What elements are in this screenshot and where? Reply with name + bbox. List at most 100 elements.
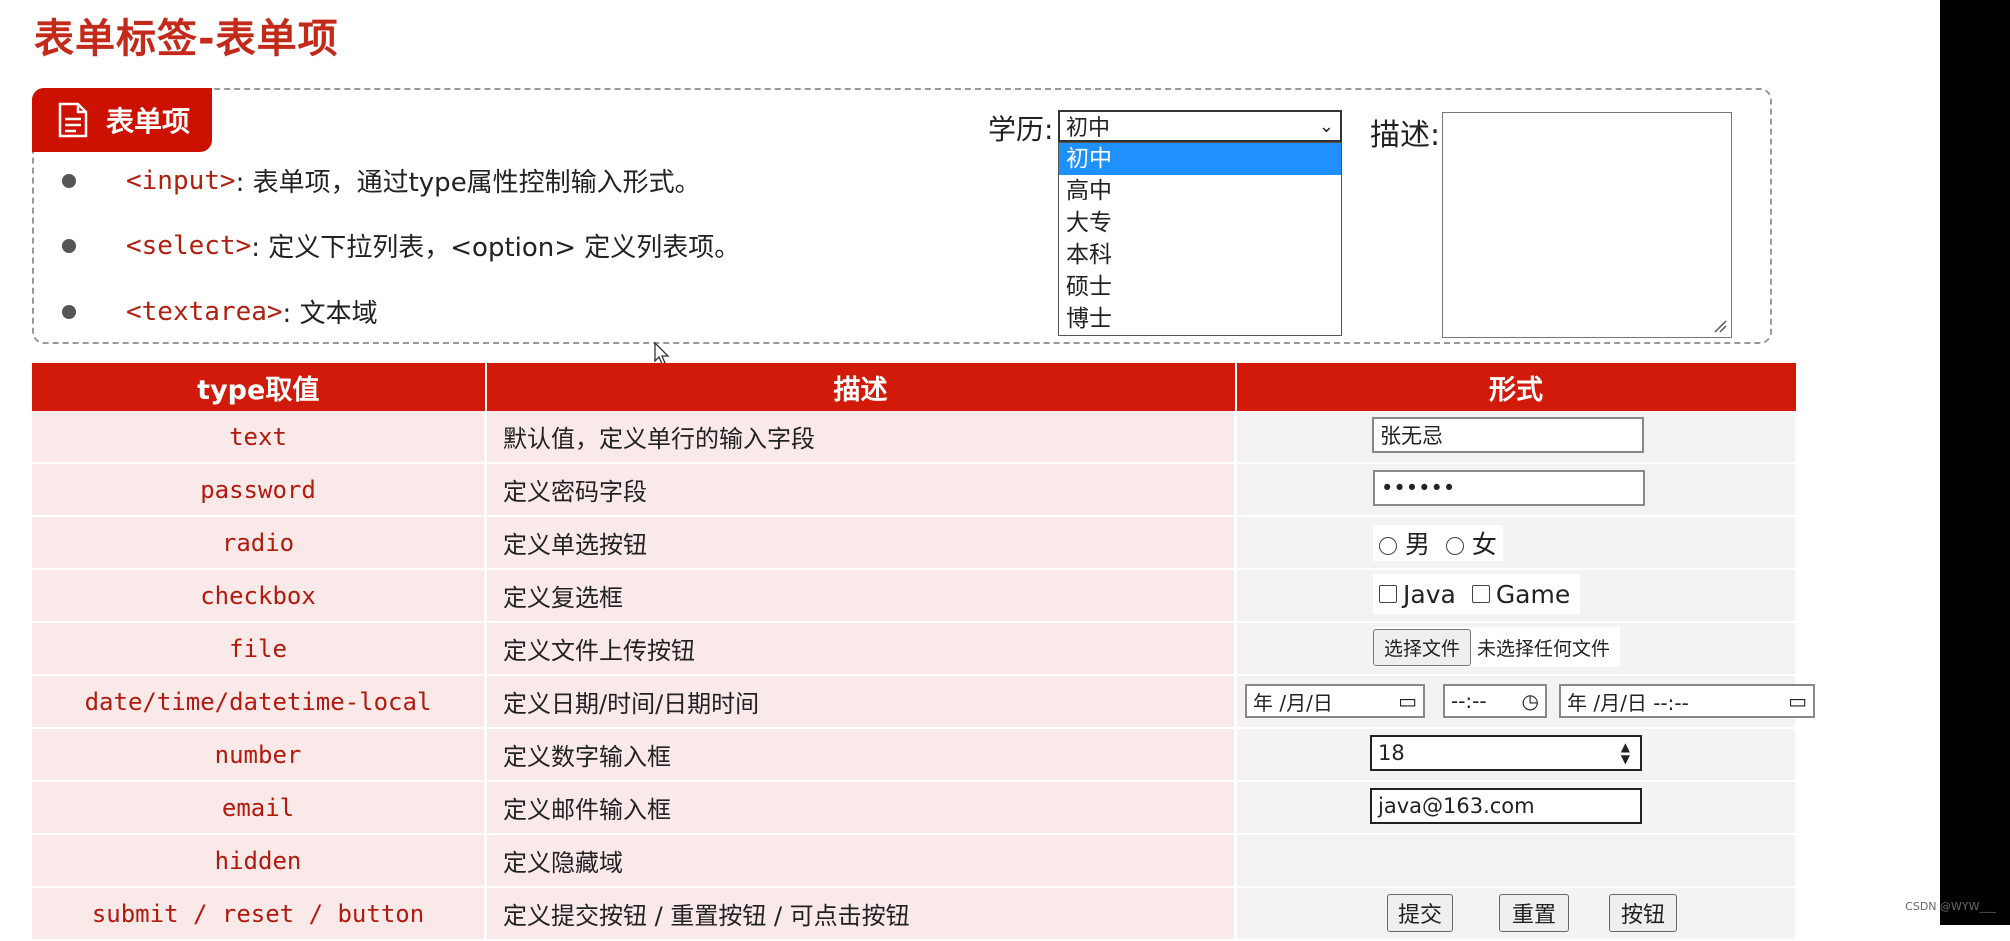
email-input-value: java@163.com	[1378, 794, 1535, 818]
file-status-text: 未选择任何文件	[1477, 637, 1611, 660]
bullet-select: <select> : 定义下拉列表，<option> 定义列表项。	[62, 227, 740, 264]
bullet-textarea: <textarea> : 文本域	[62, 293, 378, 330]
bullet-desc: : 表单项，通过type属性控制输入形式。	[235, 168, 701, 198]
desc-cell: 定义单选按钮	[485, 516, 1237, 570]
checkbox-java[interactable]	[1379, 585, 1397, 603]
type-cell: text	[32, 411, 487, 464]
password-input-value: ••••••	[1381, 476, 1456, 500]
desc-cell: 默认值，定义单行的输入字段	[485, 411, 1237, 464]
side-black-bar	[1940, 0, 2010, 925]
calendar-icon[interactable]: ▭	[1398, 689, 1417, 713]
watermark: CSDN @WYW___	[1905, 900, 1996, 913]
demo-cell: 张无忌	[1235, 411, 1798, 464]
chevron-down-icon: ⌄	[1318, 115, 1334, 137]
education-selected-value: 初中	[1066, 116, 1111, 141]
type-cell: file	[32, 622, 487, 676]
time-input-demo[interactable]: --:-- ◷	[1443, 684, 1547, 718]
submit-button[interactable]: 提交	[1387, 894, 1453, 932]
table-row: date/time/datetime-local 定义日期/时间/日期时间 年 …	[32, 675, 1815, 729]
table-row: email 定义邮件输入框 java@163.com	[32, 781, 1798, 835]
table-row: submit / reset / button 定义提交按钮 / 重置按钮 / …	[32, 887, 1798, 941]
type-cell: radio	[32, 516, 487, 570]
bullet-dot	[62, 304, 76, 319]
clock-icon[interactable]: ◷	[1522, 689, 1539, 713]
option-item[interactable]: 硕士	[1059, 271, 1341, 303]
demo-cell: 提交 重置 按钮	[1235, 887, 1798, 941]
datetime-input-value: 年 /月/日 --:--	[1567, 690, 1689, 715]
number-input-value: 18	[1378, 741, 1405, 765]
demo-cell: java@163.com	[1235, 781, 1798, 835]
bullet-input: <input> : 表单项，通过type属性控制输入形式。	[62, 162, 701, 199]
type-cell: date/time/datetime-local	[32, 675, 487, 729]
date-input-value: 年 /月/日	[1253, 690, 1333, 715]
bullet-tag: <select>	[126, 230, 252, 261]
header-type: type取值	[32, 363, 487, 411]
education-label: 学历:	[988, 113, 1054, 146]
checkbox-label: Game	[1495, 579, 1571, 609]
email-input-demo[interactable]: java@163.com	[1370, 788, 1642, 824]
option-item[interactable]: 高中	[1059, 175, 1341, 207]
radio-female[interactable]	[1445, 537, 1464, 555]
bullet-desc: : 文本域	[282, 299, 378, 329]
table-row: checkbox 定义复选框 Java Game	[32, 569, 1798, 623]
option-item[interactable]: 博士	[1059, 303, 1341, 335]
table-row: radio 定义单选按钮 男 女	[32, 516, 1798, 570]
header-desc: 描述	[485, 363, 1237, 411]
table-row: number 定义数字输入框 18 ▲ ▼	[32, 728, 1798, 782]
choose-file-button[interactable]: 选择文件	[1373, 628, 1472, 666]
resize-grip-icon[interactable]	[1713, 319, 1727, 333]
option-item[interactable]: 本科	[1059, 239, 1341, 271]
radio-group-demo: 男 女	[1373, 525, 1503, 561]
header-form: 形式	[1235, 363, 1798, 411]
document-icon	[58, 102, 88, 138]
file-input-demo: 选择文件 未选择任何文件	[1373, 627, 1621, 667]
checkbox-group-demo: Java Game	[1373, 574, 1581, 614]
desc-cell: 定义邮件输入框	[485, 781, 1237, 835]
type-cell: checkbox	[32, 569, 487, 623]
table-row: hidden 定义隐藏域	[32, 834, 1798, 888]
table-row: file 定义文件上传按钮 选择文件 未选择任何文件	[32, 622, 1798, 676]
option-item[interactable]: 初中	[1059, 143, 1341, 175]
education-select[interactable]: 初中 ⌄	[1058, 110, 1342, 142]
desc-cell: 定义数字输入框	[485, 728, 1237, 782]
bullet-dot	[62, 173, 76, 188]
desc-cell: 定义复选框	[485, 569, 1237, 623]
bullet-tag: <textarea>	[126, 296, 283, 327]
spinner-icon[interactable]: ▲ ▼	[1621, 741, 1630, 765]
desc-cell: 定义日期/时间/日期时间	[485, 675, 1237, 729]
page-title: 表单标签-表单项	[34, 16, 339, 62]
table-row: password 定义密码字段 ••••••	[32, 463, 1798, 517]
type-cell: email	[32, 781, 487, 835]
calendar-icon[interactable]: ▭	[1788, 689, 1807, 713]
bullet-dot	[62, 238, 76, 253]
description-label: 描述:	[1370, 118, 1441, 153]
checkbox-game[interactable]	[1471, 585, 1490, 603]
desc-cell: 定义隐藏域	[485, 834, 1237, 888]
type-cell: password	[32, 463, 487, 517]
number-input-demo[interactable]: 18 ▲ ▼	[1370, 735, 1642, 771]
table-row: text 默认值，定义单行的输入字段 张无忌	[32, 411, 1798, 464]
text-input-value: 张无忌	[1380, 424, 1443, 448]
description-textarea[interactable]	[1442, 112, 1732, 338]
type-cell: submit / reset / button	[32, 887, 487, 941]
education-options-list[interactable]: 初中 高中 大专 本科 硕士 博士	[1058, 142, 1342, 336]
bullet-tag: <input>	[126, 165, 236, 196]
reset-button[interactable]: 重置	[1499, 894, 1569, 932]
datetime-input-demo[interactable]: 年 /月/日 --:-- ▭	[1559, 684, 1815, 718]
radio-male[interactable]	[1379, 537, 1397, 555]
date-input-demo[interactable]: 年 /月/日 ▭	[1245, 684, 1425, 718]
type-cell: hidden	[32, 834, 487, 888]
option-item[interactable]: 大专	[1059, 207, 1341, 239]
demo-cell: Java Game	[1235, 569, 1798, 623]
text-input-demo[interactable]: 张无忌	[1372, 417, 1644, 453]
demo-cell: ••••••	[1235, 463, 1798, 517]
radio-label: 女	[1471, 530, 1497, 559]
panel-tag-label: 表单项	[106, 105, 191, 138]
demo-cell	[1235, 834, 1798, 888]
password-input-demo[interactable]: ••••••	[1373, 470, 1645, 506]
checkbox-label: Java	[1403, 579, 1456, 609]
desc-cell: 定义提交按钮 / 重置按钮 / 可点击按钮	[485, 887, 1237, 941]
input-type-table: type取值 描述 形式 text 默认值，定义单行的输入字段 张无忌 pass…	[32, 363, 1815, 941]
demo-cell: 18 ▲ ▼	[1235, 728, 1798, 782]
plain-button[interactable]: 按钮	[1609, 894, 1677, 932]
